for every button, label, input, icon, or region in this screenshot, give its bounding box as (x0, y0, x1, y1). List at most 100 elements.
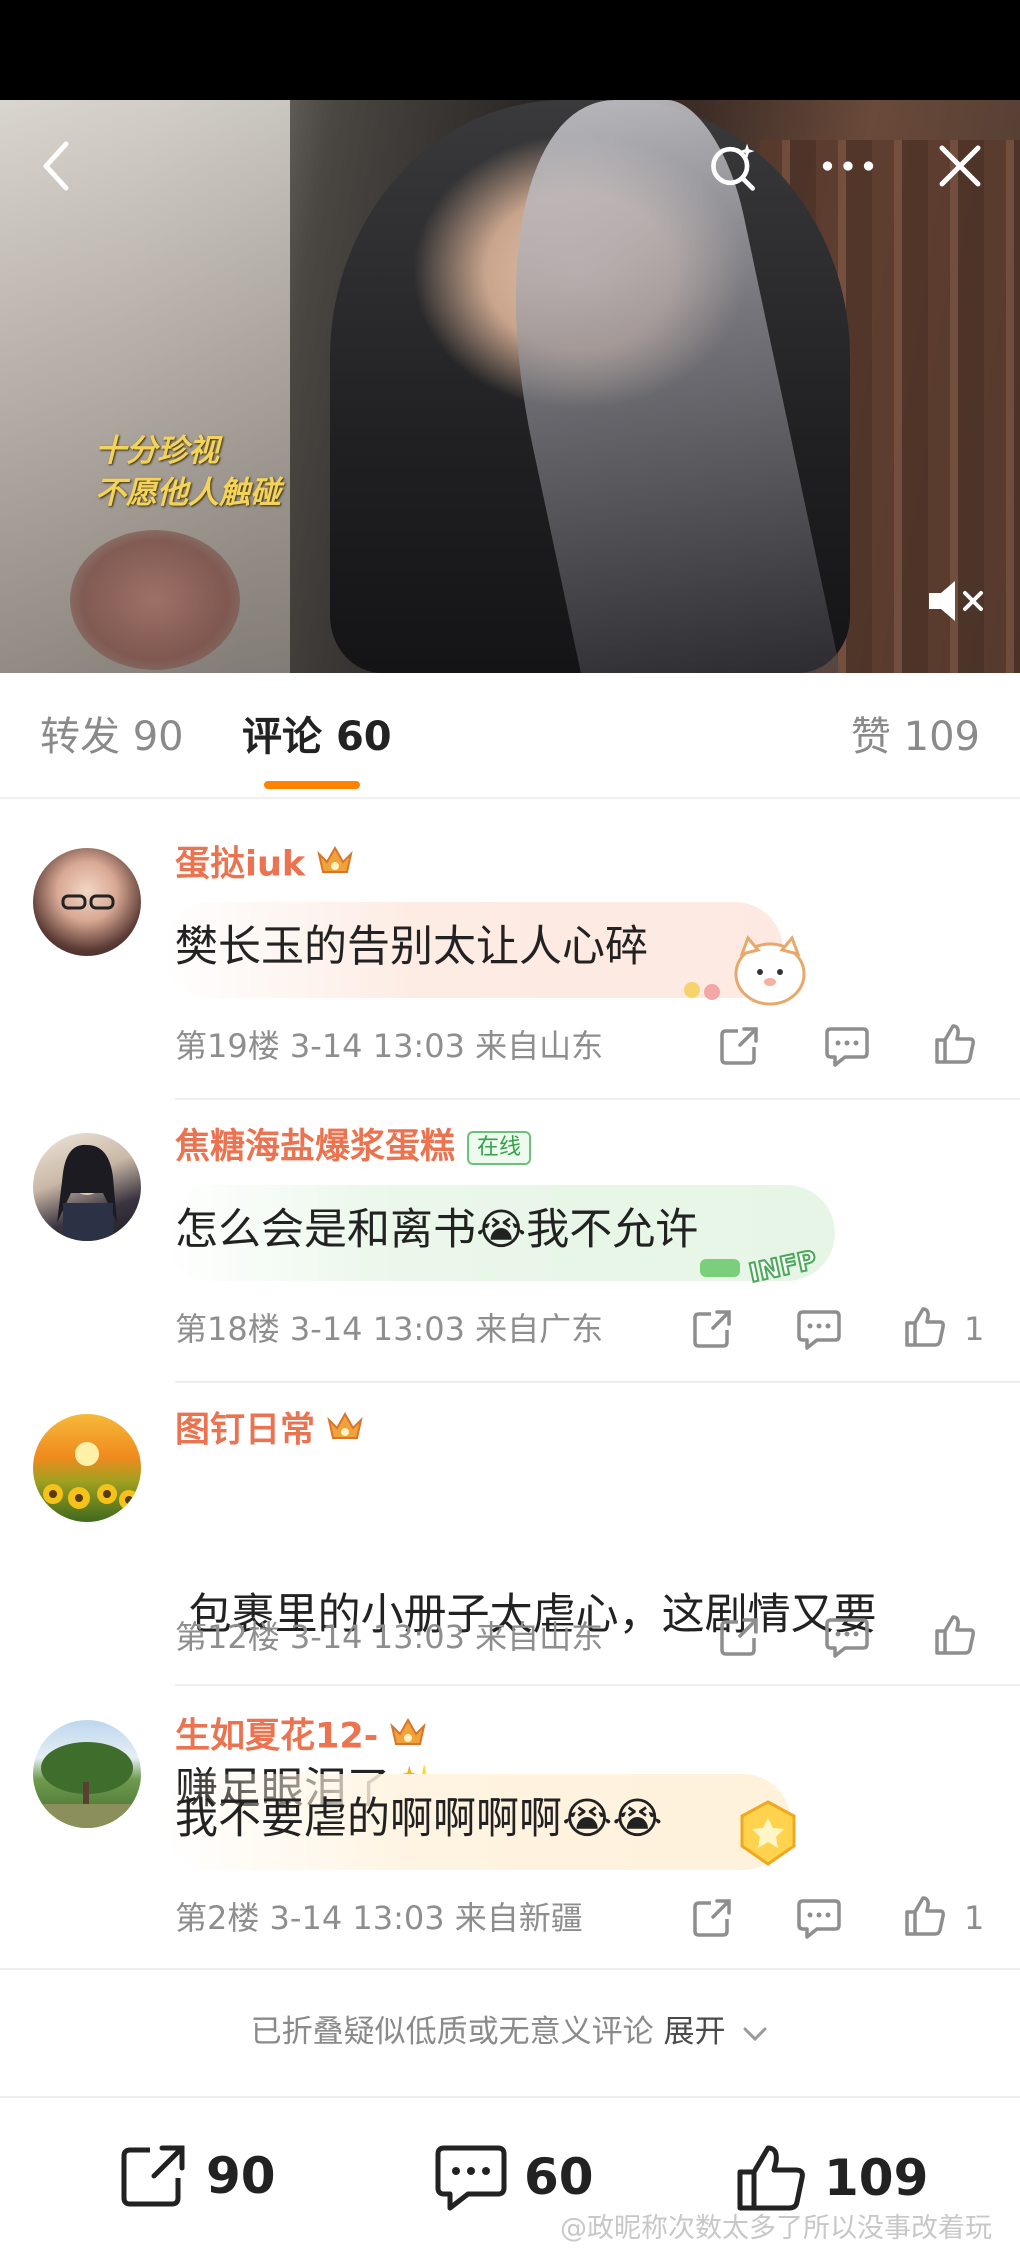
comment-floor: 第2楼 (175, 1899, 260, 1937)
mute-button[interactable] (925, 575, 989, 627)
bottom-repost-button[interactable]: 90 (118, 2142, 276, 2210)
thumbs-up-icon (935, 1615, 975, 1655)
crown-badge-icon (315, 842, 355, 889)
expand-label: 展开 (663, 2014, 726, 2050)
chevron-down-icon (743, 2027, 767, 2041)
tab-comment[interactable]: 评论 60 (242, 711, 392, 763)
active-tab-indicator (264, 781, 360, 789)
cat-sticker-icon (678, 932, 808, 1016)
comment-floor: 第12楼 (175, 1618, 280, 1656)
share-button[interactable] (712, 1610, 766, 1664)
folded-comments-toggle[interactable]: 已折叠疑似低质或无意义评论 展开 (0, 2010, 1020, 2054)
sunflower-field (43, 1442, 139, 1510)
tab-comment-label: 评论 (242, 714, 322, 760)
reply-button[interactable] (820, 1610, 874, 1664)
comment-divider (175, 1381, 1020, 1383)
comment-text: 怎么会是和离书😭我不允许 (175, 1205, 699, 1255)
folded-comments-text: 已折叠疑似低质或无意义评论 (250, 2014, 654, 2050)
like-button[interactable] (928, 1017, 982, 1071)
comment-time: 3-14 13:03 (289, 1027, 465, 1065)
comment-like-count: 1 (964, 1899, 985, 1937)
reply-button[interactable] (792, 1891, 846, 1945)
share-button[interactable] (685, 1891, 739, 1945)
comment-username[interactable]: 生如夏花12- (175, 1714, 428, 1761)
avatar[interactable] (33, 1133, 141, 1241)
avatar-portrait (57, 1144, 117, 1241)
section-divider (0, 1968, 1020, 1970)
thumbs-up-icon (737, 2145, 805, 2211)
bottom-comment-count: 60 (524, 2148, 594, 2206)
video-caption-line2: 不愿他人触碰 (95, 475, 281, 511)
like-button[interactable] (898, 1300, 952, 1354)
comment-floor: 第19楼 (175, 1027, 280, 1065)
comment-location: 来自山东 (475, 1027, 604, 1065)
online-status-badge: 在线 (467, 1131, 532, 1165)
tab-repost-label: 转发 (40, 714, 120, 760)
like-button[interactable] (898, 1889, 952, 1943)
like-button[interactable] (928, 1608, 982, 1662)
status-bar (0, 0, 1020, 100)
comment-bubble-icon (797, 1899, 841, 1939)
tab-bar: 转发 90 评论 60 赞 109 (0, 673, 1020, 799)
comment-bubble-icon (825, 1618, 869, 1658)
comment-time: 3-14 13:03 (289, 1310, 465, 1348)
comment-username[interactable]: 焦糖海盐爆浆蛋糕 在线 (175, 1125, 532, 1169)
infp-sticker-icon: INFP (694, 1223, 854, 1291)
avatar-portrait (61, 894, 115, 910)
close-icon (939, 145, 981, 187)
more-dots-icon (822, 161, 874, 171)
tab-like-count: 109 (903, 714, 980, 760)
comment-floor: 第18楼 (175, 1310, 280, 1348)
tab-repost[interactable]: 转发 90 (40, 711, 184, 763)
tree-landscape (33, 1742, 141, 1828)
video-caption-line1: 十分珍视 (95, 433, 219, 469)
share-icon (121, 2145, 185, 2207)
avatar[interactable] (33, 848, 141, 956)
chevron-left-icon (43, 141, 69, 191)
comment-location: 来自山东 (475, 1618, 604, 1656)
reply-button[interactable] (820, 1019, 874, 1073)
comment-meta: 第12楼 3-14 13:03 来自山东 (175, 1615, 603, 1659)
bottom-repost-count: 90 (206, 2147, 276, 2205)
bottom-comment-button[interactable]: 60 (434, 2142, 594, 2212)
tab-comment-count: 60 (335, 714, 392, 760)
comment-like-count: 1 (964, 1310, 985, 1348)
share-icon (720, 1618, 758, 1656)
video-caption: 十分珍视 不愿他人触碰 (95, 430, 281, 514)
more-button[interactable] (820, 138, 876, 194)
comment-username[interactable]: 图钉日常 (175, 1408, 365, 1455)
comment-username[interactable]: 蛋挞iuk (175, 842, 355, 889)
bottom-like-count: 109 (824, 2149, 929, 2207)
medal-sticker-icon (730, 1796, 806, 1876)
comment-text: 樊长玉的告别太让人心碎 (175, 922, 648, 972)
avatar[interactable] (33, 1414, 141, 1522)
share-icon (720, 1027, 758, 1065)
share-button[interactable] (712, 1019, 766, 1073)
avatar[interactable] (33, 1720, 141, 1828)
search-sparkle-icon (711, 143, 755, 191)
thumbs-up-icon (905, 1307, 945, 1347)
tab-like[interactable]: 赞 109 (851, 711, 980, 763)
comment-text: 我不要虐的啊啊啊啊😭😭 (175, 1794, 663, 1844)
svg-text:INFP: INFP (746, 1246, 819, 1287)
comment-divider (175, 1098, 1020, 1100)
share-icon (693, 1899, 731, 1937)
comment-location: 来自新疆 (454, 1899, 583, 1937)
comment-time: 3-14 13:03 (289, 1618, 465, 1656)
tab-repost-count: 90 (132, 714, 184, 760)
speaker-muted-icon (929, 581, 983, 621)
bottom-like-button[interactable]: 109 (734, 2142, 928, 2214)
close-button[interactable] (932, 138, 988, 194)
thumbs-up-icon (905, 1896, 945, 1936)
back-button[interactable] (28, 138, 84, 194)
comment-bubble-icon (825, 1027, 869, 1067)
share-icon (693, 1310, 731, 1348)
reply-button[interactable] (792, 1302, 846, 1356)
share-button[interactable] (685, 1302, 739, 1356)
comment-meta: 第19楼 3-14 13:03 来自山东 (175, 1024, 603, 1068)
search-button[interactable] (706, 138, 762, 194)
comment-meta: 第2楼 3-14 13:03 来自新疆 (175, 1896, 583, 1940)
comment-location: 来自广东 (475, 1310, 604, 1348)
comment-bubble-icon (435, 2145, 507, 2211)
tab-like-label: 赞 (850, 714, 891, 760)
